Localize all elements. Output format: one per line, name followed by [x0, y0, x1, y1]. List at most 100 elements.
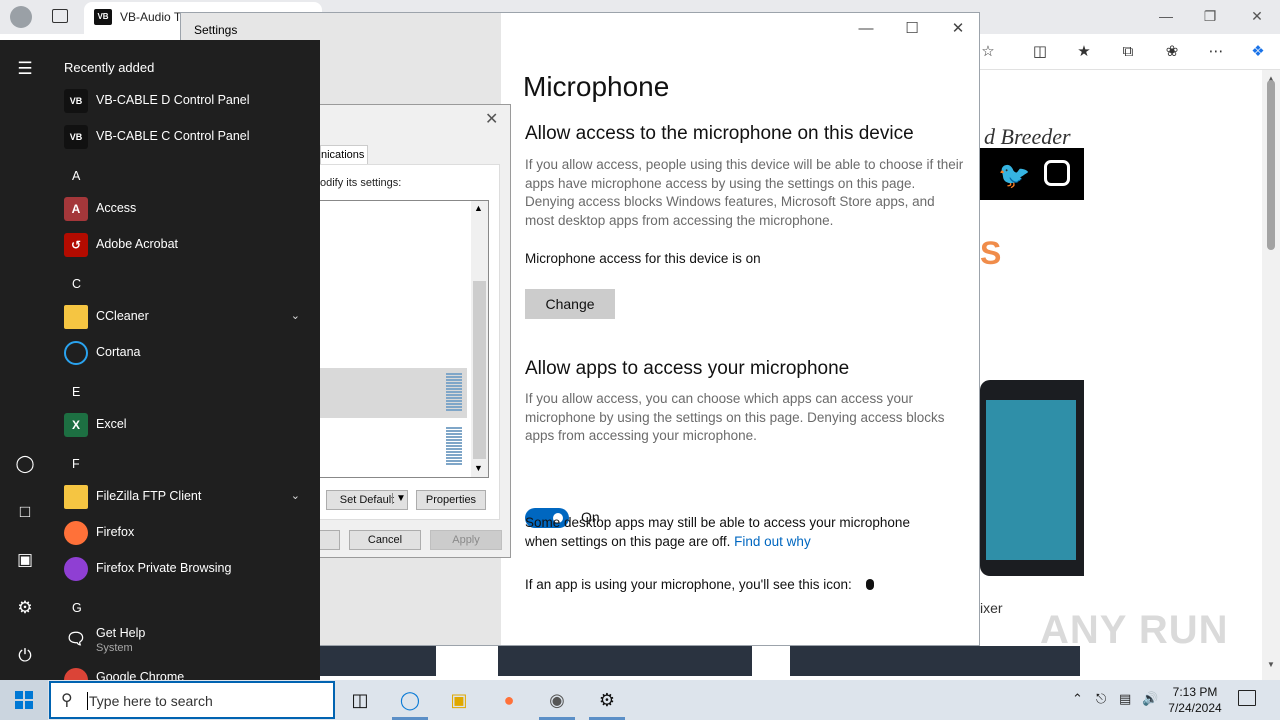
scroll-thumb[interactable] — [473, 281, 486, 459]
app-item-get-help[interactable]: 🗨 Get Help System — [56, 622, 316, 662]
usb-device-icon[interactable]: ⎋ — [1096, 691, 1106, 707]
close-icon[interactable]: ✕ — [935, 17, 981, 41]
start-rail: ☰ ◯ □ ▣ ⚙ ⏻ — [0, 40, 50, 680]
split-screen-icon[interactable]: ◫ — [1030, 42, 1050, 62]
firefox-icon[interactable]: ● — [493, 684, 525, 716]
social-links-bar: 🐦 — [980, 148, 1084, 200]
show-hidden-icons-chevron[interactable]: ⌃ — [1072, 691, 1083, 707]
page-orange-text: S — [980, 235, 1002, 271]
settings-gear-icon[interactable]: ⚙ — [591, 684, 623, 716]
letter-header-e[interactable]: E — [72, 385, 80, 399]
pictures-icon[interactable]: ▣ — [12, 547, 38, 573]
app-item-firefox-private[interactable]: Firefox Private Browsing — [56, 551, 316, 587]
anyrun-watermark: ANY RUN — [1040, 608, 1229, 652]
app-label: Access — [96, 201, 137, 215]
documents-icon[interactable]: □ — [12, 499, 38, 525]
system-clock[interactable]: 7:13 PM 7/24/2024 — [1160, 684, 1230, 716]
window-title: Settings — [194, 23, 238, 37]
page-heading-fragment: d Breeder — [984, 124, 1071, 149]
settings-gear-icon[interactable]: ⚙ — [12, 595, 38, 621]
edge-icon[interactable]: ◯ — [394, 684, 426, 716]
app-label: Get Help — [96, 626, 146, 640]
letter-header-f[interactable]: F — [72, 457, 80, 471]
minimize-icon[interactable]: — — [1154, 6, 1178, 26]
more-options-icon[interactable]: ⋯ — [1206, 42, 1226, 62]
app-item-vb-cable-d[interactable]: VB VB-CABLE D Control Panel — [56, 83, 316, 119]
close-icon[interactable]: ✕ — [485, 109, 498, 129]
network-icon[interactable]: ▤ — [1119, 691, 1131, 707]
notification-center-icon[interactable] — [1238, 690, 1256, 706]
app-item-ccleaner[interactable]: CCleaner ⌄ — [56, 299, 316, 335]
file-explorer-icon[interactable]: ▣ — [443, 684, 475, 716]
section-device-access-title: Allow access to the microphone on this d… — [525, 123, 914, 144]
gallery-thumbnail[interactable] — [320, 646, 436, 676]
change-button[interactable]: Change — [525, 289, 615, 319]
text-caret — [87, 692, 88, 710]
apply-button[interactable]: Apply — [430, 530, 502, 550]
tab-communications[interactable]: nications — [320, 145, 368, 165]
app-item-google-chrome[interactable]: Google Chrome — [56, 664, 316, 680]
scroll-down-icon[interactable]: ▼ — [474, 463, 483, 473]
section-app-access-title: Allow apps to access your microphone — [525, 358, 850, 379]
letter-header-g[interactable]: G — [72, 601, 82, 615]
taskbar-search-box[interactable]: ⚲ Type here to search — [49, 681, 335, 719]
cancel-button[interactable]: Cancel — [349, 530, 421, 550]
task-view-icon[interactable]: ◫ — [344, 684, 376, 716]
restore-icon[interactable]: ❐ — [1198, 6, 1222, 26]
copilot-icon[interactable]: ❖ — [1248, 42, 1268, 62]
extensions-icon[interactable]: ❀ — [1162, 42, 1182, 62]
volume-icon[interactable]: 🔊 — [1142, 691, 1158, 707]
page-scrollbar[interactable]: ▲ ▼ — [1262, 70, 1280, 680]
app-item-access[interactable]: A Access — [56, 191, 316, 227]
letter-header-c[interactable]: C — [72, 277, 81, 291]
close-icon[interactable]: ✕ — [1245, 6, 1269, 26]
app-item-cortana[interactable]: Cortana — [56, 335, 316, 371]
list-scrollbar[interactable]: ▲ ▼ — [471, 201, 488, 477]
search-icon: ⚲ — [61, 692, 73, 709]
user-account-icon[interactable]: ◯ — [12, 451, 38, 477]
properties-button[interactable]: Properties — [416, 490, 486, 510]
app-item-firefox[interactable]: Firefox — [56, 515, 316, 551]
letter-header-a[interactable]: A — [72, 169, 80, 183]
app-sublabel: System — [96, 642, 133, 654]
windows-logo-icon — [15, 691, 33, 709]
gallery-thumbnail[interactable] — [498, 646, 752, 676]
clock-time: 7:13 PM — [1172, 685, 1218, 699]
app-label: VB-CABLE C Control Panel — [96, 129, 250, 143]
twitter-icon[interactable]: 🐦 — [998, 160, 1030, 191]
app-item-excel[interactable]: X Excel — [56, 407, 316, 443]
app-item-vb-cable-c[interactable]: VB VB-CABLE C Control Panel — [56, 119, 316, 155]
microphone-icon — [865, 579, 874, 590]
app-label: Excel — [96, 417, 127, 431]
app-item-filezilla[interactable]: FileZilla FTP Client ⌄ — [56, 479, 316, 515]
excel-icon: X — [64, 413, 88, 437]
tab-actions-icon[interactable] — [52, 9, 68, 23]
power-icon[interactable]: ⏻ — [12, 643, 38, 669]
maximize-icon[interactable]: ☐ — [889, 17, 935, 41]
hamburger-menu-icon[interactable]: ☰ — [12, 56, 38, 82]
minimize-icon[interactable]: — — [843, 17, 889, 41]
list-item-selected[interactable] — [320, 368, 467, 418]
profile-icon[interactable] — [10, 6, 32, 28]
ok-button[interactable] — [320, 530, 340, 550]
app-item-adobe-acrobat[interactable]: ↺ Adobe Acrobat — [56, 227, 316, 263]
start-menu: ☰ ◯ □ ▣ ⚙ ⏻ Recently added VB VB-CABLE D… — [0, 40, 320, 680]
scroll-down-icon[interactable]: ▼ — [1266, 660, 1276, 669]
dialog-hint-text: odify its settings: — [320, 177, 402, 189]
scroll-up-icon[interactable]: ▲ — [474, 203, 483, 213]
audio-app-icon[interactable]: ◉ — [541, 684, 573, 716]
cortana-icon — [64, 341, 88, 365]
find-out-why-link[interactable]: Find out why — [734, 534, 811, 549]
favorite-star-icon[interactable]: ☆ — [978, 42, 998, 62]
set-default-dropdown-icon[interactable]: ▼ — [392, 493, 406, 504]
collections-icon[interactable]: ⧉ — [1118, 42, 1138, 62]
gallery-thumbnail[interactable] — [790, 646, 1080, 676]
start-button[interactable] — [0, 680, 48, 720]
product-image — [980, 380, 1084, 576]
scroll-thumb[interactable] — [1267, 80, 1275, 250]
favorites-icon[interactable]: ★ — [1074, 42, 1094, 62]
device-list[interactable]: ▲ ▼ — [320, 200, 489, 478]
folder-icon — [64, 305, 88, 329]
instagram-icon[interactable] — [1044, 160, 1070, 186]
clock-date: 7/24/2024 — [1168, 701, 1222, 715]
